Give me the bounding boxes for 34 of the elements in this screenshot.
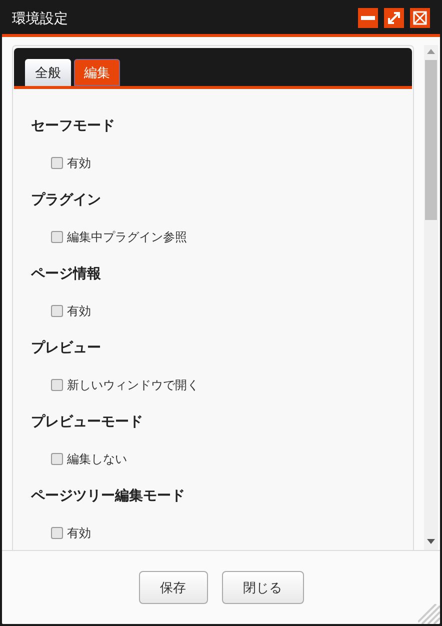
checkbox[interactable] [51,156,63,168]
checkbox-label: 有効 [67,154,91,172]
scrollbar-thumb[interactable] [425,60,437,220]
minimize-icon [361,16,375,20]
checkbox[interactable] [51,452,63,464]
scroll-down-arrow-icon[interactable] [427,539,435,544]
checkbox[interactable] [51,526,63,538]
checkbox[interactable] [51,230,63,242]
section-heading: ページツリー編集モード [31,486,185,505]
resize-grip-icon[interactable] [418,604,440,624]
checkbox-label: 新しいウィンドウで開く [67,376,199,394]
section-heading: プラグイン [31,190,101,209]
tab[interactable]: 編集 [74,59,120,86]
checkbox-label: 編集しない [67,450,127,468]
close-icon [413,11,427,25]
section-heading: プレビューモード [31,412,143,431]
checkbox-label: 編集中プラグイン参照 [67,228,187,246]
window-title: 環境設定 [12,8,69,28]
maximize-button[interactable] [384,8,404,28]
section-heading: プレビュー [31,338,101,357]
checkbox[interactable] [51,378,63,390]
tab[interactable]: 全般 [25,59,71,86]
section-heading: セーフモード [31,116,115,135]
close-dialog-button[interactable]: 閉じる [222,571,304,604]
checkbox[interactable] [51,304,63,316]
checkbox-label: 有効 [67,524,91,542]
scroll-up-arrow-icon[interactable] [427,49,435,54]
minimize-button[interactable] [358,8,378,28]
expand-icon [387,11,401,25]
checkbox-label: 有効 [67,302,91,320]
section-heading: ページ情報 [31,264,101,283]
close-button[interactable] [410,8,430,28]
save-button[interactable]: 保存 [138,571,208,604]
scrollbar[interactable] [424,45,438,550]
